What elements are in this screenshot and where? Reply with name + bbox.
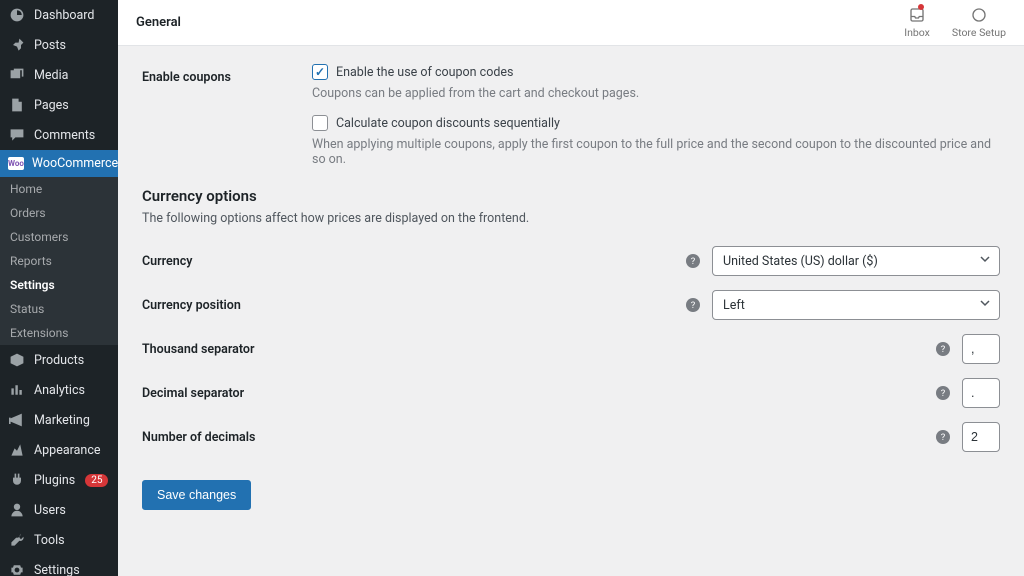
plugins-update-badge: 25 <box>85 474 108 487</box>
menu-label: Settings <box>34 563 80 576</box>
menu-label: Posts <box>34 38 66 53</box>
menu-label: Products <box>34 353 84 368</box>
thousand-separator-input[interactable] <box>962 334 1000 364</box>
sequential-discounts-desc: When applying multiple coupons, apply th… <box>312 137 1000 167</box>
submenu-extensions[interactable]: Extensions <box>0 321 118 345</box>
menu-analytics[interactable]: Analytics <box>0 375 118 405</box>
dashboard-icon <box>8 6 26 24</box>
menu-label: Comments <box>34 128 95 143</box>
menu-posts[interactable]: Posts <box>0 30 118 60</box>
chevron-down-icon <box>979 297 991 313</box>
submenu-reports[interactable]: Reports <box>0 249 118 273</box>
menu-label: Plugins <box>34 473 75 488</box>
menu-label: WooCommerce <box>32 156 118 171</box>
menu-media[interactable]: Media <box>0 60 118 90</box>
number-decimals-input[interactable] <box>962 422 1000 452</box>
appearance-icon <box>8 441 26 459</box>
menu-marketing[interactable]: Marketing <box>0 405 118 435</box>
comment-icon <box>8 126 26 144</box>
currency-row: Currency ? United States (US) dollar ($) <box>142 246 1000 276</box>
decimal-separator-label: Decimal separator <box>142 386 244 401</box>
menu-label: Tools <box>34 533 65 548</box>
menu-label: Users <box>34 503 66 518</box>
store-setup-label: Store Setup <box>952 26 1006 39</box>
currency-label: Currency <box>142 254 192 269</box>
media-icon <box>8 66 26 84</box>
currency-select[interactable]: United States (US) dollar ($) <box>712 246 1000 276</box>
marketing-icon <box>8 411 26 429</box>
menu-dashboard[interactable]: Dashboard <box>0 0 118 30</box>
users-icon <box>8 501 26 519</box>
thousand-separator-row: Thousand separator ? <box>142 334 1000 364</box>
menu-pages[interactable]: Pages <box>0 90 118 120</box>
page-icon <box>8 96 26 114</box>
inbox-button[interactable]: Inbox <box>904 6 930 39</box>
plugins-icon <box>8 471 26 489</box>
help-icon[interactable]: ? <box>686 298 700 312</box>
checkbox-icon <box>312 64 328 80</box>
menu-products[interactable]: Products <box>0 345 118 375</box>
thousand-separator-label: Thousand separator <box>142 342 255 357</box>
submenu-customers[interactable]: Customers <box>0 225 118 249</box>
checkbox-text: Calculate coupon discounts sequentially <box>336 116 560 131</box>
menu-plugins[interactable]: Plugins 25 <box>0 465 118 495</box>
store-setup-icon <box>970 6 988 24</box>
decimal-separator-row: Decimal separator ? <box>142 378 1000 408</box>
currency-options-heading: Currency options <box>142 187 1000 205</box>
submenu-status[interactable]: Status <box>0 297 118 321</box>
page-title: General <box>136 15 181 30</box>
save-changes-button[interactable]: Save changes <box>142 480 251 510</box>
analytics-icon <box>8 381 26 399</box>
menu-settings[interactable]: Settings <box>0 555 118 576</box>
menu-label: Appearance <box>34 443 101 458</box>
menu-comments[interactable]: Comments <box>0 120 118 150</box>
help-icon[interactable]: ? <box>936 342 950 356</box>
currency-options-subheading: The following options affect how prices … <box>142 211 1000 226</box>
pin-icon <box>8 36 26 54</box>
inbox-label: Inbox <box>904 26 930 39</box>
enable-coupons-desc: Coupons can be applied from the cart and… <box>312 86 1000 101</box>
checkbox-icon <box>312 115 328 131</box>
enable-coupons-label: Enable coupons <box>142 64 312 85</box>
menu-label: Dashboard <box>34 8 94 23</box>
currency-position-value: Left <box>723 298 745 313</box>
menu-label: Marketing <box>34 413 90 428</box>
currency-position-row: Currency position ? Left <box>142 290 1000 320</box>
topbar: General Inbox Store Setup <box>118 0 1024 46</box>
menu-label: Pages <box>34 98 69 113</box>
settings-content: Enable coupons Enable the use of coupon … <box>118 46 1024 528</box>
store-setup-button[interactable]: Store Setup <box>952 6 1006 39</box>
settings-icon <box>8 561 26 576</box>
help-icon[interactable]: ? <box>936 386 950 400</box>
submenu-home[interactable]: Home <box>0 177 118 201</box>
submenu-settings[interactable]: Settings <box>0 273 118 297</box>
menu-tools[interactable]: Tools <box>0 525 118 555</box>
checkbox-text: Enable the use of coupon codes <box>336 65 513 80</box>
currency-position-select[interactable]: Left <box>712 290 1000 320</box>
currency-value: United States (US) dollar ($) <box>723 254 878 269</box>
currency-position-label: Currency position <box>142 298 241 313</box>
admin-sidebar: Dashboard Posts Media Pages Comments Woo… <box>0 0 118 576</box>
main-area: General Inbox Store Setup Enable coupons… <box>118 0 1024 576</box>
menu-woocommerce[interactable]: Woo WooCommerce <box>0 150 118 177</box>
sequential-discounts-checkbox[interactable]: Calculate coupon discounts sequentially <box>312 115 1000 131</box>
help-icon[interactable]: ? <box>936 430 950 444</box>
menu-label: Analytics <box>34 383 85 398</box>
menu-appearance[interactable]: Appearance <box>0 435 118 465</box>
number-decimals-label: Number of decimals <box>142 430 255 445</box>
enable-coupon-codes-checkbox[interactable]: Enable the use of coupon codes <box>312 64 1000 80</box>
woocommerce-submenu: Home Orders Customers Reports Settings S… <box>0 177 118 345</box>
help-icon[interactable]: ? <box>686 254 700 268</box>
menu-label: Media <box>34 68 68 83</box>
tools-icon <box>8 531 26 549</box>
enable-coupons-row: Enable coupons Enable the use of coupon … <box>142 64 1000 167</box>
chevron-down-icon <box>979 253 991 269</box>
number-decimals-row: Number of decimals ? <box>142 422 1000 452</box>
woocommerce-icon: Woo <box>8 157 24 170</box>
products-icon <box>8 351 26 369</box>
decimal-separator-input[interactable] <box>962 378 1000 408</box>
inbox-notification-dot <box>918 4 924 10</box>
submenu-orders[interactable]: Orders <box>0 201 118 225</box>
menu-users[interactable]: Users <box>0 495 118 525</box>
